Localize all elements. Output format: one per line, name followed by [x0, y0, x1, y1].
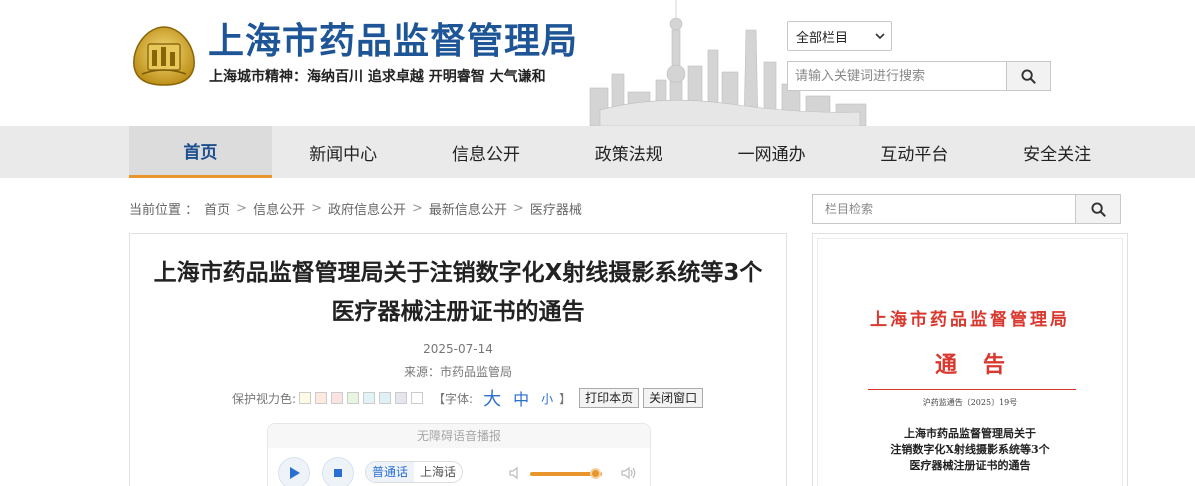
font-size-medium-button[interactable]: 中	[513, 386, 529, 410]
breadcrumb: 当前位置 ： 首页 > 信息公开 > 政府信息公开 > 最新信息公开 > 医疗器…	[129, 198, 582, 218]
stop-icon	[334, 469, 342, 477]
site-header: 上海市药品监督管理局 上海城市精神：海纳百川 追求卓越 开明睿智 大气谦和 全部…	[0, 0, 1195, 126]
print-button[interactable]: 打印本页	[579, 388, 640, 408]
article-panel: 上海市药品监督管理局关于注销数字化X射线摄影系统等3个 医疗器械注册证书的通告 …	[129, 233, 787, 486]
article-date: 2025-07-14	[423, 342, 493, 356]
scope-select[interactable]: 全部栏目	[787, 21, 892, 51]
site-slogan: 上海城市精神：海纳百川 追求卓越 开明睿智 大气谦和	[209, 69, 546, 85]
search-icon	[1090, 201, 1106, 217]
audio-player: 无障碍语音播报 普通话 上海话	[267, 423, 651, 486]
breadcrumb-separator: >	[236, 200, 248, 216]
vision-color-swatch[interactable]	[347, 392, 360, 404]
vision-color-label: 保护视力色:	[232, 391, 297, 406]
font-size-close-bracket: 】	[559, 391, 572, 406]
volume-low-icon[interactable]	[508, 465, 524, 481]
dialect-mandarin[interactable]: 普通话	[366, 462, 415, 482]
font-size-small-button[interactable]: 小	[541, 390, 553, 407]
breadcrumb-info-disclosure[interactable]: 信息公开	[253, 199, 305, 218]
nav-item-policy[interactable]: 政策法规	[557, 126, 700, 178]
bureau-logo	[133, 26, 195, 86]
document-page: 上海市药品监督管理局 通告 沪药监通告〔2025〕19号 上海市药品监督管理局关…	[817, 238, 1123, 486]
nav-item-interaction[interactable]: 互动平台	[843, 126, 986, 178]
site-search-box	[787, 61, 1051, 91]
article-title-line: 医疗器械注册证书的通告	[331, 299, 585, 325]
vision-color-swatch[interactable]	[395, 392, 408, 404]
document-title-line: 医疗器械注册证书的通告	[909, 459, 1031, 472]
scope-select-value: 全部栏目	[796, 30, 849, 46]
column-search-button[interactable]	[1075, 195, 1120, 223]
breadcrumb-latest-info[interactable]: 最新信息公开	[429, 199, 507, 218]
vision-color-swatch[interactable]	[331, 392, 344, 404]
volume-high-icon[interactable]	[620, 465, 638, 481]
nav-item-info-disclosure[interactable]: 信息公开	[415, 126, 558, 178]
vision-color-swatch[interactable]	[411, 392, 424, 404]
font-size-large-button[interactable]: 大	[483, 385, 501, 411]
breadcrumb-separator: >	[412, 200, 423, 216]
volume-slider-handle[interactable]	[590, 468, 601, 479]
document-red-rule	[868, 389, 1076, 390]
column-search-input[interactable]	[813, 195, 1077, 223]
vision-color-swatch[interactable]	[379, 392, 392, 404]
document-issuer: 上海市药品监督管理局	[870, 310, 1070, 330]
nav-item-online-service[interactable]: 一网通办	[700, 126, 843, 178]
dialect-shanghainese[interactable]: 上海话	[414, 462, 462, 482]
article-title-line: 上海市药品监督管理局关于注销数字化X射线摄影系统等3个	[153, 260, 763, 286]
audio-title: 无障碍语音播报	[268, 424, 650, 448]
search-icon	[1021, 68, 1036, 84]
breadcrumb-label: 当前位置 ：	[129, 202, 199, 218]
nav-item-safety[interactable]: 安全关注	[986, 126, 1129, 178]
nav-item-home[interactable]: 首页	[129, 126, 272, 178]
breadcrumb-medical-devices[interactable]: 医疗器械	[530, 199, 582, 218]
breadcrumb-gov-info[interactable]: 政府信息公开	[328, 199, 406, 218]
document-title-line: 上海市药品监督管理局关于	[904, 427, 1036, 440]
close-window-button[interactable]: 关闭窗口	[643, 388, 704, 408]
play-icon	[290, 467, 300, 479]
stop-button[interactable]	[322, 457, 354, 486]
article-source: 来源：市药品监管局	[403, 365, 512, 379]
breadcrumb-home[interactable]: 首页	[204, 199, 230, 218]
article-title: 上海市药品监督管理局关于注销数字化X射线摄影系统等3个 医疗器械注册证书的通告	[130, 254, 786, 332]
site-search-input[interactable]	[788, 62, 1008, 90]
article-toolbar: 保护视力色: 【字体: 大 中 小 】 打印本页 关闭窗口	[232, 385, 704, 411]
breadcrumb-separator: >	[311, 200, 322, 216]
font-size-label: 【字体:	[433, 391, 474, 406]
column-search-box	[812, 194, 1121, 224]
document-title: 上海市药品监督管理局关于 注销数字化X射线摄影系统等3个 医疗器械注册证书的通告	[818, 426, 1122, 474]
notice-document-preview[interactable]: 上海市药品监督管理局 通告 沪药监通告〔2025〕19号 上海市药品监督管理局关…	[812, 233, 1128, 486]
play-button[interactable]	[278, 457, 310, 486]
nav-item-news[interactable]: 新闻中心	[272, 126, 415, 178]
dialect-toggle: 普通话 上海话	[365, 461, 464, 483]
vision-color-swatch[interactable]	[363, 392, 376, 404]
document-number: 沪药监通告〔2025〕19号	[922, 398, 1018, 407]
site-title: 上海市药品监督管理局	[208, 21, 579, 62]
document-type: 通告	[934, 352, 1031, 378]
chevron-down-icon	[875, 33, 885, 40]
vision-color-swatch[interactable]	[315, 392, 328, 404]
vision-color-swatch[interactable]	[299, 392, 312, 404]
breadcrumb-separator: >	[512, 200, 524, 216]
site-search-button[interactable]	[1006, 62, 1050, 90]
document-title-line: 注销数字化X射线摄影系统等3个	[890, 443, 1050, 456]
main-nav: 首页 新闻中心 信息公开 政策法规 一网通办 互动平台 安全关注	[0, 126, 1195, 178]
